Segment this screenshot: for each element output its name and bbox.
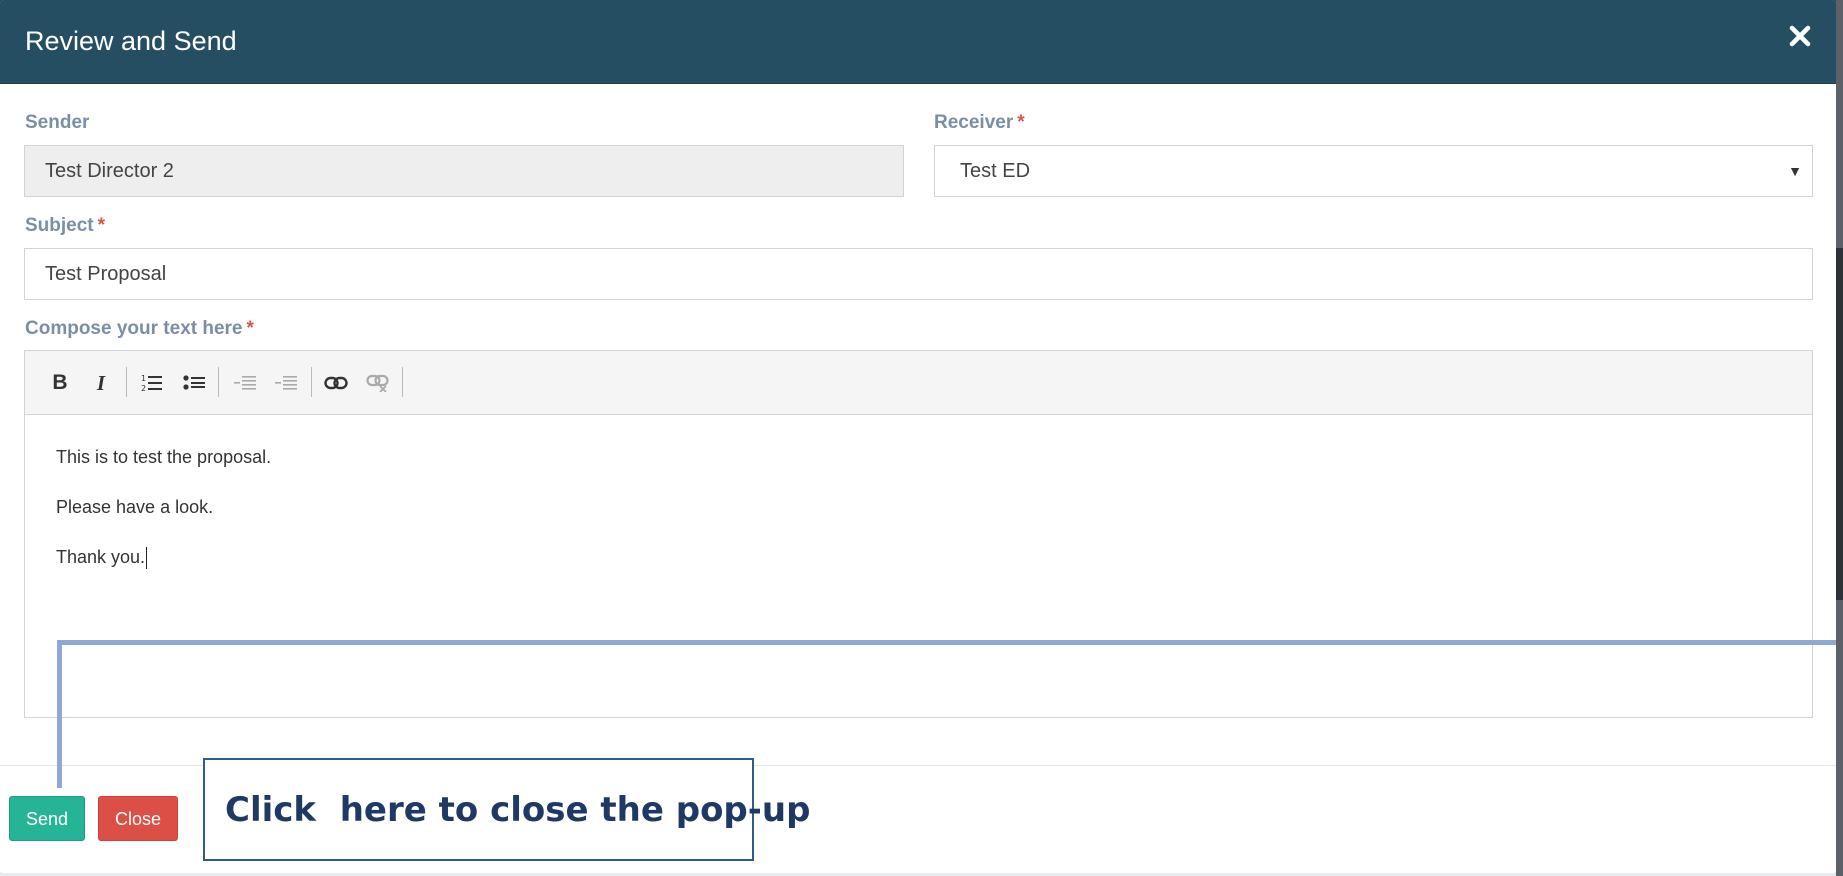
subject-label: Subject * xyxy=(25,215,105,237)
bold-button[interactable]: B xyxy=(45,369,75,397)
required-marker: * xyxy=(1017,112,1025,133)
ordered-list-icon: 1 2 xyxy=(141,374,162,393)
editor-line: This is to test the proposal. xyxy=(56,447,272,467)
sender-label: Sender xyxy=(25,112,89,134)
editor-line-last: Thank you. xyxy=(56,547,1812,570)
close-icon[interactable] xyxy=(1788,22,1812,50)
bold-icon: B xyxy=(52,371,68,394)
subject-label-text: Subject xyxy=(25,215,94,236)
close-button[interactable]: Close xyxy=(98,796,178,841)
toolbar-separator xyxy=(126,367,127,397)
callout-text: Click here to close the pop-up xyxy=(225,790,811,830)
indent-button[interactable] xyxy=(271,369,301,397)
sender-label-text: Sender xyxy=(25,112,90,133)
text-cursor xyxy=(146,547,148,570)
modal-header: Review and Send xyxy=(0,0,1836,84)
subject-input[interactable]: Test Proposal xyxy=(24,248,1813,300)
editor-line: Please have a look. xyxy=(56,497,214,517)
italic-button[interactable]: I xyxy=(86,369,116,397)
review-send-modal: Review and Send Sender Test Director 2 R… xyxy=(0,0,1836,873)
bullet-list-button[interactable] xyxy=(179,369,209,397)
toolbar-separator xyxy=(402,367,403,397)
sender-field: Test Director 2 xyxy=(24,145,904,197)
subject-value: Test Proposal xyxy=(45,263,167,285)
outdent-icon xyxy=(234,376,256,390)
editor-line: Thank you. xyxy=(56,547,146,567)
send-button[interactable]: Send xyxy=(9,796,85,841)
compose-label-text: Compose your text here xyxy=(25,318,243,339)
modal-title: Review and Send xyxy=(25,26,237,56)
required-marker: * xyxy=(246,318,254,339)
toolbar-separator xyxy=(311,367,312,397)
page-scrollbar-thumb[interactable] xyxy=(1836,248,1843,600)
chevron-down-icon: ▼ xyxy=(1788,163,1802,179)
required-marker: * xyxy=(97,215,106,236)
link-icon xyxy=(324,376,348,390)
receiver-select[interactable]: Test ED ▼ xyxy=(934,145,1813,197)
link-button[interactable] xyxy=(321,369,351,397)
rich-text-editor: B I 1 2 This is to test the proposal. Pl… xyxy=(24,350,1813,718)
svg-text:1: 1 xyxy=(141,374,146,383)
ordered-list-button[interactable]: 1 2 xyxy=(137,369,167,397)
outdent-button[interactable] xyxy=(230,369,260,397)
indent-icon xyxy=(275,376,297,390)
callout-pointer-line xyxy=(57,640,1843,645)
receiver-value: Test ED xyxy=(960,160,1031,182)
compose-label: Compose your text here * xyxy=(25,318,254,340)
bullet-list-icon xyxy=(183,375,205,390)
editor-content-area[interactable]: This is to test the proposal. Please hav… xyxy=(25,415,1812,717)
svg-text:2: 2 xyxy=(141,384,146,393)
italic-icon: I xyxy=(96,370,106,395)
tutorial-callout: Click here to close the pop-up xyxy=(203,758,810,861)
editor-toolbar: B I 1 2 xyxy=(25,351,1812,415)
receiver-label-text: Receiver xyxy=(934,112,1014,133)
sender-value: Test Director 2 xyxy=(45,160,174,182)
receiver-label: Receiver * xyxy=(934,112,1025,134)
unlink-button[interactable] xyxy=(363,369,393,397)
callout-pointer-line xyxy=(57,640,62,788)
unlink-icon xyxy=(366,374,389,392)
toolbar-separator xyxy=(218,367,219,397)
